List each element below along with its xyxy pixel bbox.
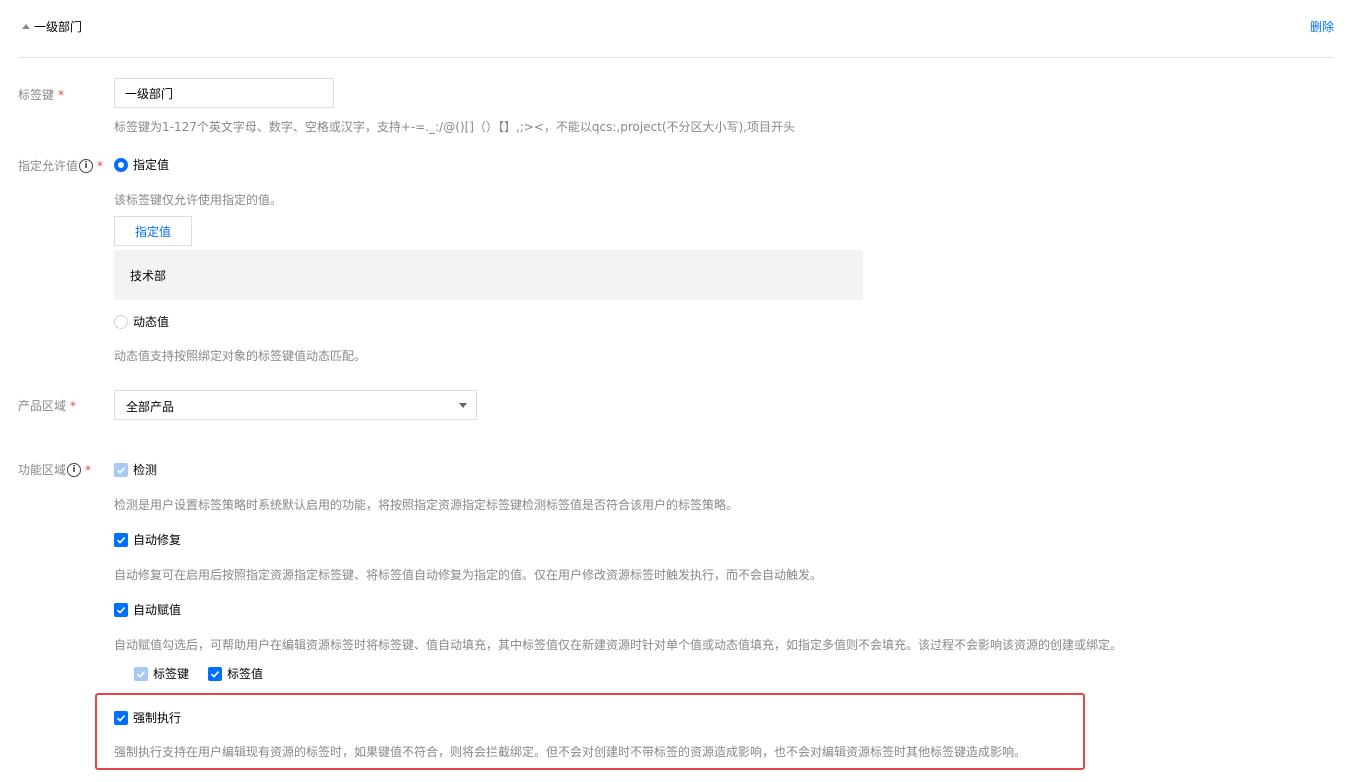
allowed-values-label-text: 指定允许值	[18, 159, 79, 173]
required-mark: *	[97, 158, 104, 173]
product-scope-select[interactable]: 全部产品	[114, 390, 477, 420]
radio-specified-value[interactable]: 指定值	[114, 156, 169, 173]
radio-specified-label: 指定值	[133, 158, 170, 172]
enforce-hint: 强制执行支持在用户编辑现有资源的标签时，如果键值不符合，则将会拦截绑定。但不会对…	[114, 745, 1027, 759]
checkbox-sub-tag-value[interactable]: 标签值	[208, 665, 263, 682]
tag-key-label-text: 标签键	[18, 88, 55, 102]
header-divider	[18, 57, 1334, 58]
radio-unselected-icon[interactable]	[114, 314, 128, 329]
delete-link[interactable]: 删除	[1310, 18, 1334, 35]
specified-value-hint: 该标签键仅允许使用指定的值。	[114, 193, 283, 207]
section-title[interactable]: 一级部门	[22, 18, 82, 35]
checkbox-checked-icon[interactable]	[114, 710, 128, 725]
product-scope-label: 产品区域 *	[18, 397, 76, 414]
tag-key-hint: 标签键为1-127个英文字母、数字、空格或汉字，支持+-=._:/@()[]（）…	[114, 120, 796, 134]
checkbox-checked-icon[interactable]	[208, 666, 222, 681]
radio-dynamic-value[interactable]: 动态值	[114, 313, 169, 330]
checkbox-sub-tag-value-label: 标签值	[227, 667, 264, 681]
specified-value-item: 技术部	[130, 269, 167, 283]
dropdown-caret-icon	[459, 403, 467, 408]
checkbox-enforce[interactable]: 强制执行	[114, 709, 181, 726]
checkbox-auto-fix-label: 自动修复	[133, 533, 182, 547]
specified-values-box: 技术部	[114, 250, 863, 300]
required-mark: *	[85, 462, 92, 477]
radio-dynamic-label: 动态值	[133, 315, 170, 329]
checkbox-checked-icon[interactable]	[114, 532, 128, 547]
auto-assign-hint: 自动赋值勾选后，可帮助用户在编辑资源标签时将标签键、值自动填充，其中标签值仅在新…	[114, 638, 1123, 652]
tag-key-input[interactable]	[114, 78, 334, 108]
checkbox-sub-tag-key-label: 标签键	[153, 667, 190, 681]
checkbox-auto-fix[interactable]: 自动修复	[114, 531, 181, 548]
specify-value-button[interactable]: 指定值	[114, 216, 192, 246]
checkbox-detect: 检测	[114, 461, 157, 478]
radio-selected-icon[interactable]	[114, 157, 128, 172]
auto-fix-hint: 自动修复可在启用后按照指定资源指定标签键、将标签值自动修复为指定的值。仅在用户修…	[114, 568, 823, 582]
section-title-text: 一级部门	[34, 20, 83, 34]
checkbox-enforce-label: 强制执行	[133, 711, 182, 725]
checkbox-auto-assign[interactable]: 自动赋值	[114, 601, 181, 618]
function-scope-label-text: 功能区域	[18, 463, 67, 477]
required-mark: *	[70, 398, 77, 413]
product-scope-selected-value: 全部产品	[126, 400, 175, 414]
detect-hint: 检测是用户设置标签策略时系统默认启用的功能，将按照指定资源指定标签键检测标签值是…	[114, 498, 739, 512]
checkbox-sub-tag-key: 标签键	[134, 665, 189, 682]
collapse-triangle-icon[interactable]	[22, 24, 30, 29]
allowed-values-label: 指定允许值 i *	[18, 157, 103, 174]
info-icon[interactable]: i	[79, 158, 94, 173]
required-mark: *	[58, 87, 65, 102]
tag-key-label: 标签键 *	[18, 86, 64, 103]
dynamic-value-hint: 动态值支持按照绑定对象的标签键值动态匹配。	[114, 349, 367, 363]
checkbox-checked-disabled-icon	[134, 666, 148, 681]
product-scope-label-text: 产品区域	[18, 399, 67, 413]
function-scope-label: 功能区域 i *	[18, 461, 91, 478]
checkbox-checked-icon[interactable]	[114, 602, 128, 617]
info-icon[interactable]: i	[67, 462, 82, 477]
checkbox-auto-assign-label: 自动赋值	[133, 603, 182, 617]
checkbox-detect-label: 检测	[133, 463, 158, 477]
checkbox-checked-disabled-icon	[114, 462, 128, 477]
